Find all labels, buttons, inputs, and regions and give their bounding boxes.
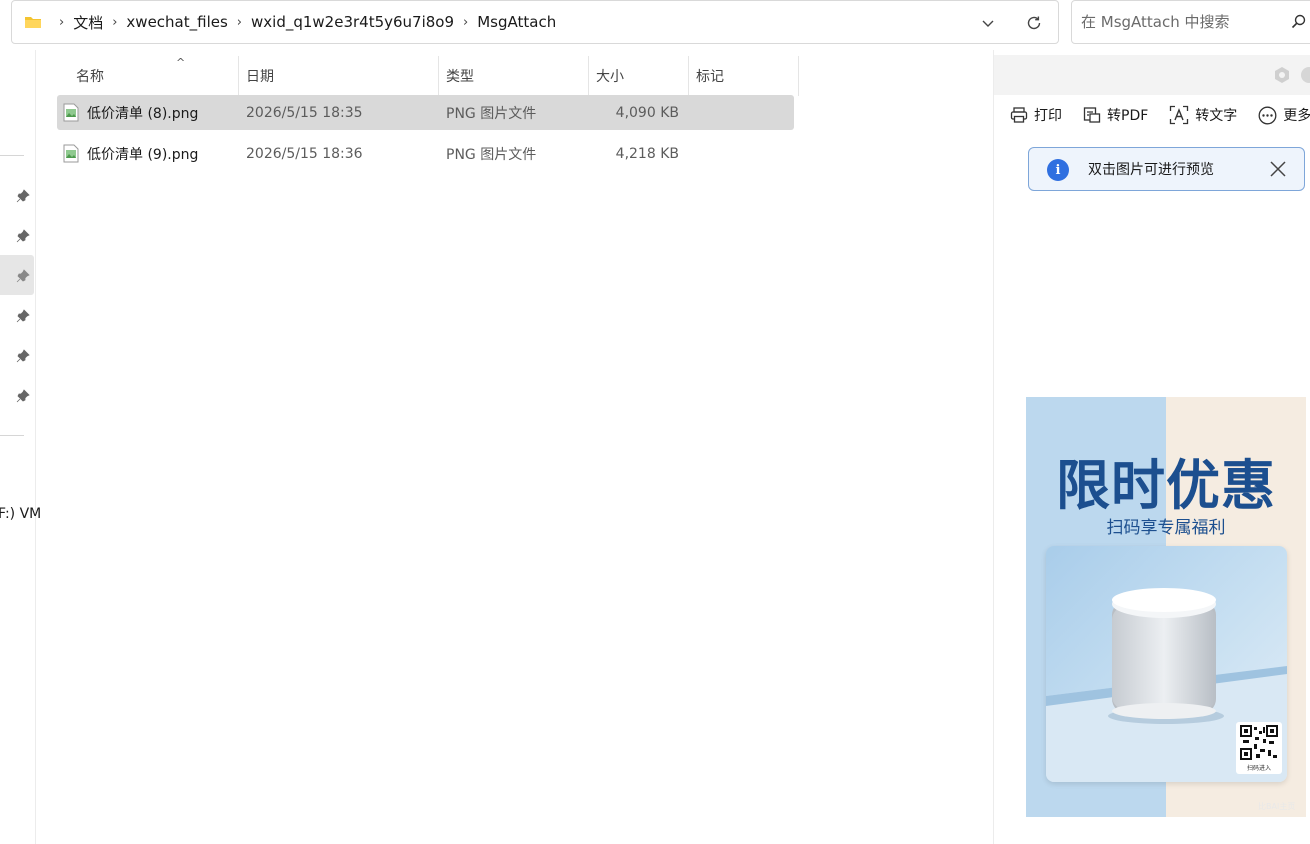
- column-header-name[interactable]: 名称 ^: [69, 56, 239, 96]
- preview-header: [994, 55, 1310, 95]
- qr-code-icon: [1240, 725, 1278, 761]
- info-icon: i: [1047, 159, 1069, 181]
- column-header-type[interactable]: 类型: [439, 56, 589, 96]
- column-header-label: 日期: [246, 69, 274, 85]
- file-row[interactable]: 低价清单 (8).png 2026/5/15 18:35 PNG 图片文件 4,…: [57, 95, 794, 130]
- file-list: 名称 ^ 日期 类型 大小 标记 低价清单 (8).png 2026/5/15 …: [40, 50, 990, 844]
- qr-code: 扫码进入: [1236, 722, 1282, 774]
- file-name: 低价清单 (9).png: [87, 146, 199, 163]
- breadcrumb-wxid[interactable]: wxid_q1w2e3r4t5y6u7i8o9: [251, 13, 454, 31]
- image-file-icon: [63, 144, 79, 163]
- navigation-pane: F:) VM: [0, 50, 41, 844]
- info-banner-text: 双击图片可进行预览: [1088, 162, 1214, 178]
- convert-pdf-label: 转PDF: [1107, 108, 1149, 124]
- file-name: 低价清单 (8).png: [87, 105, 199, 122]
- history-dropdown-button[interactable]: [974, 9, 1002, 37]
- breadcrumb-msgattach[interactable]: MsgAttach: [477, 13, 556, 31]
- more-button[interactable]: 更多: [1258, 105, 1310, 125]
- file-type: PNG 图片文件: [446, 146, 537, 163]
- poster-title: 限时优惠: [1056, 454, 1276, 517]
- product-photo: 扫码进入: [1046, 546, 1287, 782]
- refresh-button[interactable]: [1020, 9, 1048, 37]
- column-header-label: 名称: [76, 69, 104, 85]
- printer-icon: [1010, 107, 1028, 123]
- breadcrumb-documents[interactable]: 文档: [73, 12, 103, 33]
- nav-divider: [0, 435, 24, 436]
- file-date: 2026/5/15 18:35: [246, 104, 363, 121]
- file-size: 4,090 KB: [615, 104, 679, 121]
- poster-watermark: 比BAI主页: [1258, 802, 1296, 811]
- preview-image[interactable]: 限时优惠 扫码享专属福利 扫码进入 比BAI主页: [1026, 397, 1306, 817]
- search-box: [1071, 0, 1310, 44]
- preview-toolbar: 打印 转PDF 转文字 更多: [994, 100, 1310, 130]
- column-header-tags[interactable]: 标记: [689, 56, 799, 96]
- refresh-icon: [1027, 16, 1041, 30]
- convert-pdf-button[interactable]: 转PDF: [1083, 105, 1148, 125]
- address-bar[interactable]: › 文档 › xwechat_files › wxid_q1w2e3r4t5y6…: [11, 0, 1059, 44]
- pin-icon[interactable]: [16, 229, 30, 243]
- print-button[interactable]: 打印: [1010, 105, 1062, 125]
- preview-pane: 打印 转PDF 转文字 更多 i 双击图片可进行预览 限时优惠 扫码享专属福利 …: [993, 50, 1310, 844]
- search-icon[interactable]: [1290, 13, 1308, 31]
- close-icon[interactable]: [1267, 158, 1289, 180]
- nav-item-drive[interactable]: F:) VM: [0, 506, 41, 522]
- chevron-down-icon: [982, 20, 994, 27]
- file-size: 4,218 KB: [615, 145, 679, 162]
- pin-icon[interactable]: [16, 309, 30, 323]
- breadcrumb-xwechat-files[interactable]: xwechat_files: [126, 13, 227, 31]
- search-input[interactable]: [1081, 11, 1281, 33]
- image-file-icon: [63, 103, 79, 122]
- qr-label: 扫码进入: [1246, 765, 1271, 772]
- column-header-label: 标记: [696, 69, 724, 85]
- column-header-label: 类型: [446, 69, 474, 85]
- breadcrumb: › 文档 › xwechat_files › wxid_q1w2e3r4t5y6…: [50, 1, 556, 43]
- chevron-right-icon: ›: [236, 14, 242, 30]
- convert-text-button[interactable]: 转文字: [1169, 105, 1237, 125]
- column-header-date[interactable]: 日期: [239, 56, 439, 96]
- app-logo-icon: [1301, 67, 1310, 83]
- pin-icon[interactable]: [16, 269, 30, 283]
- info-banner: i 双击图片可进行预览: [1028, 147, 1305, 191]
- more-icon: [1258, 106, 1277, 124]
- file-type: PNG 图片文件: [446, 105, 537, 122]
- pin-icon[interactable]: [16, 349, 30, 363]
- more-label: 更多: [1283, 108, 1310, 124]
- convert-pdf-icon: [1083, 107, 1101, 123]
- print-label: 打印: [1034, 108, 1062, 124]
- folder-icon: [25, 17, 41, 28]
- text-recognition-icon: [1170, 105, 1189, 125]
- file-row[interactable]: 低价清单 (9).png 2026/5/15 18:36 PNG 图片文件 4,…: [57, 136, 794, 171]
- column-header-label: 大小: [596, 69, 624, 85]
- file-date: 2026/5/15 18:36: [246, 145, 363, 162]
- pin-icon[interactable]: [16, 389, 30, 403]
- app-logo-icon: [1275, 67, 1289, 83]
- poster-subtitle: 扫码享专属福利: [1106, 518, 1226, 538]
- chevron-right-icon: ›: [59, 14, 65, 30]
- column-header-size[interactable]: 大小: [589, 56, 689, 96]
- convert-text-label: 转文字: [1195, 108, 1238, 124]
- chevron-right-icon: ›: [463, 14, 469, 30]
- pin-icon[interactable]: [16, 189, 30, 203]
- sort-ascending-icon: ^: [176, 56, 186, 69]
- nav-divider: [0, 155, 24, 156]
- chevron-right-icon: ›: [112, 14, 118, 30]
